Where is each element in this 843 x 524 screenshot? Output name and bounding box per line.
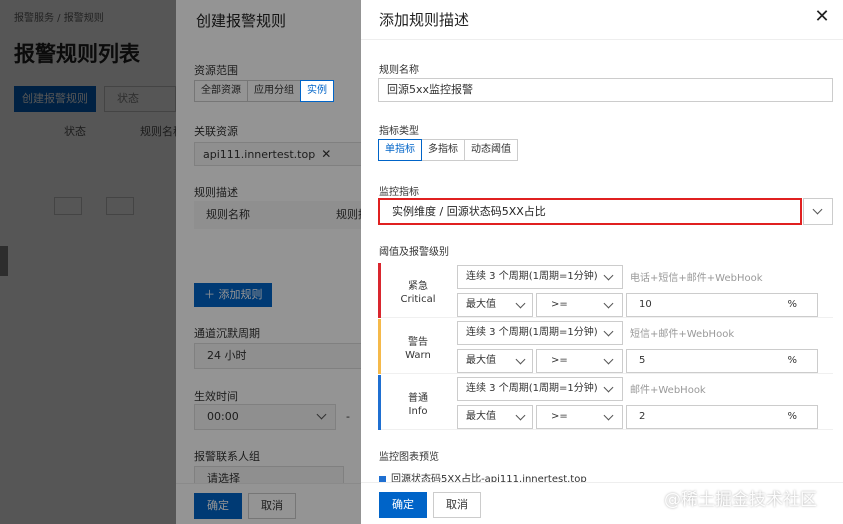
scope-option-all[interactable]: 全部资源 <box>194 80 248 102</box>
cycle-select[interactable]: 连续 3 个周期(1周期=1分钟) <box>457 265 623 289</box>
chevron-down-icon <box>603 354 614 365</box>
add-rule-label: 添加规则 <box>218 288 263 301</box>
drawer-title: 创建报警规则 <box>196 12 287 30</box>
cycle-select[interactable]: 连续 3 个周期(1周期=1分钟) <box>457 321 623 345</box>
level-name-cn: 紧急 <box>408 281 428 292</box>
statistic-select[interactable]: 最大值 <box>457 349 533 373</box>
statistic-select[interactable]: 最大值 <box>457 405 533 429</box>
notify-channels: 邮件+WebHook <box>630 385 706 396</box>
metric-type-dynamic[interactable]: 动态阈值 <box>464 139 518 161</box>
metric-type-multi[interactable]: 多指标 <box>421 139 465 161</box>
watermark: @稀土掘金技术社区 <box>664 490 817 510</box>
drawer-title: 添加规则描述 <box>379 11 470 29</box>
add-rule-button[interactable]: ＋ 添加规则 <box>194 283 272 307</box>
silence-period-select[interactable]: 24 小时 <box>194 343 364 369</box>
rule-name-input[interactable]: 回源5xx监控报警 <box>378 78 833 102</box>
threshold-input[interactable]: 2% <box>626 405 818 429</box>
statistic-value: 最大值 <box>466 411 496 422</box>
rule-name-label: 规则名称 <box>379 65 419 76</box>
cancel-button[interactable]: 取消 <box>433 492 481 518</box>
statistic-value: 最大值 <box>466 299 496 310</box>
level-name: 警告 Warn <box>381 336 455 362</box>
ok-button[interactable]: 确定 <box>379 492 427 518</box>
resource-scope-label: 资源范围 <box>194 64 238 77</box>
level-name-en: Info <box>408 406 428 417</box>
statistic-select[interactable]: 最大值 <box>457 293 533 317</box>
chevron-down-icon <box>603 298 614 309</box>
effective-time-label: 生效时间 <box>194 390 238 403</box>
level-name: 紧急 Critical <box>381 280 455 306</box>
operator-select[interactable]: >= <box>536 405 623 429</box>
cycle-value: 连续 3 个周期(1周期=1分钟) <box>466 327 598 338</box>
operator-value: >= <box>551 355 568 366</box>
rule-description-label: 规则描述 <box>194 186 238 199</box>
notify-channels: 短信+邮件+WebHook <box>630 329 735 340</box>
operator-select[interactable]: >= <box>536 349 623 373</box>
rule-name-column: 规则名称 <box>206 208 250 221</box>
drawer-header: 添加规则描述 ✕ <box>361 0 843 40</box>
add-rule-description-drawer: 添加规则描述 ✕ 规则名称 回源5xx监控报警 指标类型 单指标 多指标 动态阈… <box>361 0 843 524</box>
chevron-down-icon <box>603 326 614 337</box>
operator-value: >= <box>551 411 568 422</box>
related-resource-label: 关联资源 <box>194 125 238 138</box>
unit-label: % <box>787 355 797 366</box>
operator-value: >= <box>551 299 568 310</box>
contact-group-label: 报警联系人组 <box>194 450 260 463</box>
level-name-en: Critical <box>400 294 436 305</box>
metric-type-single[interactable]: 单指标 <box>378 139 422 161</box>
chevron-down-icon <box>812 204 823 215</box>
cycle-value: 连续 3 个周期(1周期=1分钟) <box>466 383 598 394</box>
threshold-value: 5 <box>639 355 646 366</box>
level-row-critical: 紧急 Critical 连续 3 个周期(1周期=1分钟) 电话+短信+邮件+We… <box>378 263 833 318</box>
level-name-cn: 普通 <box>408 393 428 404</box>
remove-tag-icon[interactable]: ✕ <box>321 147 331 161</box>
unit-label: % <box>787 411 797 422</box>
level-row-info: 普通 Info 连续 3 个周期(1周期=1分钟) 邮件+WebHook 最大值 … <box>378 375 833 430</box>
close-icon[interactable]: ✕ <box>811 6 833 28</box>
scope-option-instance[interactable]: 实例 <box>300 80 334 102</box>
threshold-level-label: 阈值及报警级别 <box>379 247 449 258</box>
level-name-en: Warn <box>405 350 431 361</box>
silence-period-label: 通道沉默周期 <box>194 327 260 340</box>
scope-option-app-group[interactable]: 应用分组 <box>247 80 301 102</box>
statistic-value: 最大值 <box>466 355 496 366</box>
cycle-select[interactable]: 连续 3 个周期(1周期=1分钟) <box>457 377 623 401</box>
chevron-down-icon <box>603 270 614 281</box>
chevron-down-icon <box>515 410 526 421</box>
drawer-footer: 确定 取消 <box>176 483 361 524</box>
notify-channels: 电话+短信+邮件+WebHook <box>630 273 763 284</box>
threshold-value: 2 <box>639 411 646 422</box>
cycle-value: 连续 3 个周期(1周期=1分钟) <box>466 271 598 282</box>
cancel-button[interactable]: 取消 <box>248 493 296 519</box>
chevron-down-icon <box>603 410 614 421</box>
unit-label: % <box>787 299 797 310</box>
range-separator: - <box>346 410 350 423</box>
chevron-down-icon <box>515 354 526 365</box>
metric-dropdown-toggle[interactable] <box>803 198 833 225</box>
resource-tag: api111.innertest.top <box>203 148 316 161</box>
threshold-input[interactable]: 10% <box>626 293 818 317</box>
chart-preview-label: 监控图表预览 <box>379 452 439 463</box>
chevron-down-icon <box>515 298 526 309</box>
metric-type-segmented: 单指标 多指标 动态阈值 <box>378 139 518 161</box>
threshold-input[interactable]: 5% <box>626 349 818 373</box>
effective-time-start-select[interactable]: 00:00 <box>194 404 336 430</box>
chevron-down-icon <box>603 382 614 393</box>
resource-scope-segmented: 全部资源 应用分组 实例 <box>194 80 334 102</box>
level-row-warn: 警告 Warn 连续 3 个周期(1周期=1分钟) 短信+邮件+WebHook 最… <box>378 319 833 374</box>
chevron-down-icon <box>316 409 327 420</box>
level-name: 普通 Info <box>381 392 455 418</box>
metric-type-label: 指标类型 <box>379 126 419 137</box>
effective-time-value: 00:00 <box>207 410 239 423</box>
level-name-cn: 警告 <box>408 337 428 348</box>
threshold-value: 10 <box>639 299 652 310</box>
monitor-metric-label: 监控指标 <box>379 187 419 198</box>
operator-select[interactable]: >= <box>536 293 623 317</box>
monitor-metric-select[interactable]: 实例维度 / 回源状态码5XX占比 <box>378 198 802 225</box>
plus-icon: ＋ <box>204 288 215 301</box>
ok-button[interactable]: 确定 <box>194 493 242 519</box>
